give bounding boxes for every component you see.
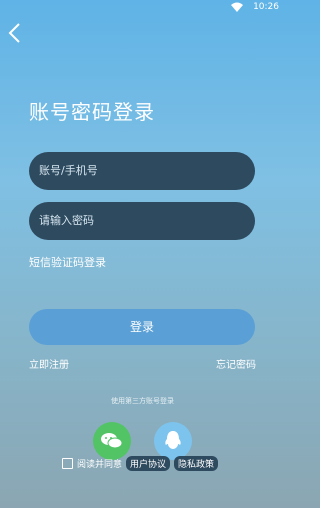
page-title: 账号密码登录 <box>29 100 155 124</box>
status-time: 10:26 <box>253 2 279 12</box>
register-link[interactable]: 立即注册 <box>29 356 69 371</box>
password-input[interactable]: 请输入密码 <box>29 202 255 240</box>
sms-login-link[interactable]: 短信验证码登录 <box>29 254 106 270</box>
user-agreement-link[interactable]: 用户协议 <box>126 456 171 471</box>
status-bar: 10:26 <box>0 0 285 16</box>
login-button[interactable]: 登录 <box>29 309 255 345</box>
agreement-prefix: 阅读并同意 <box>77 460 123 470</box>
forgot-password-link[interactable]: 忘记密码 <box>216 356 256 371</box>
wechat-icon <box>101 433 123 449</box>
privacy-policy-link[interactable]: 隐私政策 <box>174 456 219 471</box>
third-party-label: 使用第三方账号登录 <box>111 397 174 405</box>
back-arrow-icon[interactable] <box>7 22 23 44</box>
wechat-login-button[interactable] <box>93 422 131 460</box>
agreement-checkbox[interactable] <box>62 458 73 469</box>
qq-icon <box>165 431 181 449</box>
account-input[interactable]: 账号/手机号 <box>29 152 255 190</box>
qq-login-button[interactable] <box>154 422 192 460</box>
agreement-row: 阅读并同意 用户协议 隐私政策 <box>62 456 219 471</box>
wifi-icon <box>231 2 243 12</box>
